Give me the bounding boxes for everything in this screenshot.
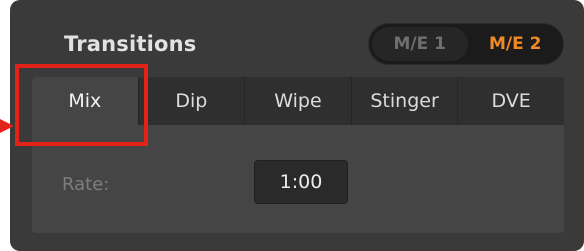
annotation-highlight-box	[15, 64, 148, 146]
me-toggle: M/E 1 M/E 2	[368, 23, 564, 65]
tab-dip[interactable]: Dip	[137, 77, 245, 125]
me-2-button[interactable]: M/E 2	[468, 24, 564, 64]
panel-title: Transitions	[64, 32, 197, 56]
me-1-button[interactable]: M/E 1	[372, 27, 468, 61]
tab-dve[interactable]: DVE	[457, 77, 564, 125]
tab-wipe[interactable]: Wipe	[244, 77, 351, 125]
tab-stinger[interactable]: Stinger	[350, 77, 458, 125]
rate-label: Rate:	[62, 174, 110, 195]
rate-input[interactable]: 1:00	[254, 160, 348, 204]
arrow-right-icon	[0, 119, 14, 133]
